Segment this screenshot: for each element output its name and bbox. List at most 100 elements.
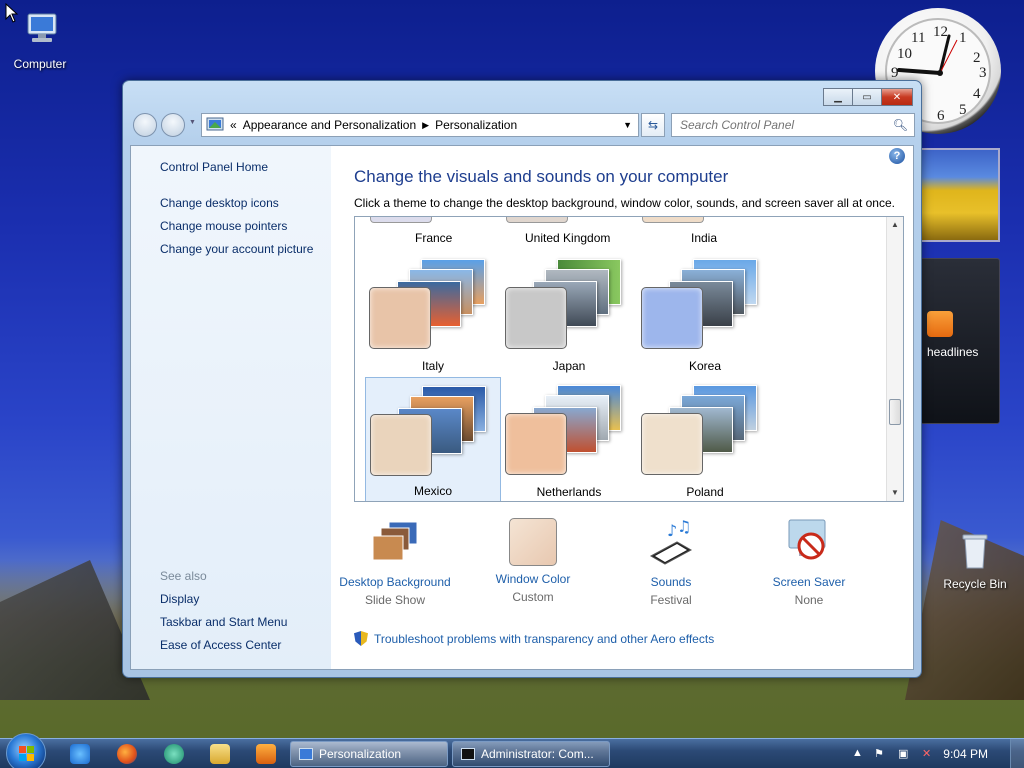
theme-color-swatch	[505, 287, 567, 349]
setting-link[interactable]: Window Color	[463, 572, 603, 586]
theme-name: Poland	[686, 485, 724, 499]
address-dropdown-icon[interactable]: ▼	[623, 120, 632, 130]
theme-thumbnail-partial[interactable]	[370, 217, 432, 223]
window-color-swatch-icon	[509, 518, 557, 566]
theme-korea[interactable]: Korea	[637, 251, 773, 377]
sounds-icon: ♪ ♫	[649, 517, 693, 565]
computer-icon	[27, 13, 57, 42]
help-button[interactable]: ?	[889, 148, 905, 164]
theme-name[interactable]: France	[415, 231, 452, 245]
internet-explorer-icon[interactable]	[70, 744, 90, 764]
theme-mexico[interactable]: Mexico	[365, 377, 501, 501]
desktop-icon-recycle-bin[interactable]: Recycle Bin	[935, 530, 1015, 591]
navigation-bar: ▼ « Appearance and Personalization ▶ Per…	[131, 112, 915, 140]
messenger-icon[interactable]	[164, 744, 184, 764]
taskbar-item-label: Administrator: Com...	[481, 747, 594, 761]
desktop-background-setting[interactable]: Desktop Background Slide Show	[325, 518, 465, 607]
slideshow-gadget[interactable]	[920, 148, 1000, 242]
setting-link[interactable]: Sounds	[601, 575, 741, 589]
setting-link[interactable]: Screen Saver	[739, 575, 879, 589]
theme-thumbnail-partial[interactable]	[506, 217, 568, 223]
screen-saver-setting[interactable]: Screen Saver None	[739, 518, 879, 607]
personalization-window[interactable]: ▁ ▭ ✕ ▼ « Appearance and Personalization…	[122, 80, 922, 678]
theme-netherlands[interactable]: Netherlands	[501, 377, 637, 501]
svg-text:♪: ♪	[667, 521, 677, 540]
task-link-desktop-icons[interactable]: Change desktop icons	[160, 196, 279, 210]
theme-gallery-scrollbar[interactable]: ▲ ▼	[886, 217, 903, 501]
theme-italy[interactable]: Italy	[365, 251, 501, 377]
minimize-button[interactable]: ▁	[823, 88, 853, 106]
control-panel-icon	[206, 117, 224, 131]
search-input[interactable]	[680, 118, 880, 132]
media-player-icon[interactable]	[256, 744, 276, 764]
maximize-icon: ▭	[862, 91, 872, 103]
scroll-down-arrow-icon[interactable]: ▼	[887, 485, 903, 501]
taskbar-item-label: Personalization	[319, 747, 402, 761]
theme-color-swatch	[370, 414, 432, 476]
task-link-mouse-pointers[interactable]: Change mouse pointers	[160, 219, 287, 233]
breadcrumb-prefix[interactable]: «	[230, 118, 237, 132]
recent-pages-dropdown-icon[interactable]: ▼	[189, 119, 196, 126]
task-link-account-picture[interactable]: Change your account picture	[160, 242, 313, 256]
see-also-display[interactable]: Display	[160, 592, 199, 606]
minimize-icon: ▁	[834, 91, 842, 103]
back-button[interactable]	[133, 113, 157, 137]
page-subtitle: Click a theme to change the desktop back…	[354, 196, 895, 210]
feed-headlines-gadget[interactable]: headlines	[920, 258, 1000, 424]
volume-muted-icon[interactable]: ✕	[922, 747, 931, 760]
show-desktop-button[interactable]	[1010, 739, 1024, 768]
taskbar-item-personalization[interactable]: Personalization	[290, 741, 448, 767]
show-hidden-icons-icon[interactable]: ▲	[852, 747, 863, 759]
start-button[interactable]	[6, 733, 46, 768]
breadcrumb-item[interactable]: Appearance and Personalization	[243, 118, 416, 132]
control-panel-home-link[interactable]: Control Panel Home	[160, 160, 268, 174]
scroll-up-arrow-icon[interactable]: ▲	[887, 217, 903, 233]
desktop-icon-computer[interactable]: Computer	[0, 10, 80, 71]
setting-value: Festival	[650, 593, 692, 607]
close-icon: ✕	[892, 91, 902, 103]
search-icon[interactable]: 🔍︎	[893, 118, 908, 132]
theme-name[interactable]: India	[691, 231, 717, 245]
troubleshoot-link-text[interactable]: Troubleshoot problems with transparency …	[374, 632, 714, 646]
window-color-setting[interactable]: Window Color Custom	[463, 518, 603, 604]
recycle-bin-icon	[962, 534, 988, 569]
content-area: Control Panel Home Change desktop icons …	[130, 145, 914, 670]
control-panel-icon	[299, 748, 313, 760]
action-center-flag-icon[interactable]: ⚑	[874, 747, 884, 760]
theme-thumbnail-partial[interactable]	[642, 217, 704, 223]
setting-link[interactable]: Desktop Background	[325, 575, 465, 589]
theme-name: Italy	[421, 359, 444, 373]
theme-gallery[interactable]: France United Kingdom India Italy Japan …	[354, 216, 904, 502]
desktop-icon-label: Recycle Bin	[943, 577, 1007, 591]
firefox-icon[interactable]	[117, 744, 137, 764]
taskbar-item-command-prompt[interactable]: Administrator: Com...	[452, 741, 610, 767]
scrollbar-thumb[interactable]	[889, 399, 901, 425]
refresh-button[interactable]: ⇆	[641, 113, 665, 137]
troubleshoot-link[interactable]: Troubleshoot problems with transparency …	[354, 631, 714, 646]
theme-name[interactable]: United Kingdom	[525, 231, 610, 245]
close-button[interactable]: ✕	[881, 88, 913, 106]
forward-button[interactable]	[161, 113, 185, 137]
sounds-setting[interactable]: ♪ ♫ Sounds Festival	[601, 517, 741, 607]
search-box[interactable]: 🔍︎	[671, 113, 915, 137]
refresh-icon: ⇆	[647, 118, 659, 132]
network-icon[interactable]: ▣	[898, 747, 908, 760]
theme-color-swatch	[641, 413, 703, 475]
theme-name: Korea	[688, 359, 722, 373]
setting-value: Slide Show	[364, 593, 426, 607]
maximize-button[interactable]: ▭	[852, 88, 882, 106]
window-titlebar[interactable]: ▁ ▭ ✕	[123, 81, 921, 113]
see-also-taskbar[interactable]: Taskbar and Start Menu	[160, 615, 287, 629]
window-controls: ▁ ▭ ✕	[823, 88, 913, 106]
left-pane: Control Panel Home Change desktop icons …	[131, 146, 331, 669]
theme-poland[interactable]: Poland	[637, 377, 773, 501]
address-bar[interactable]: « Appearance and Personalization ▶ Perso…	[201, 113, 639, 137]
taskbar-clock[interactable]: 9:04 PM	[943, 747, 988, 761]
taskbar: Personalization Administrator: Com... ▲ …	[0, 733, 1024, 768]
theme-japan[interactable]: Japan	[501, 251, 637, 377]
breadcrumb-item[interactable]: Personalization	[435, 118, 517, 132]
file-explorer-icon[interactable]	[210, 744, 230, 764]
breadcrumb-separator-icon[interactable]: ▶	[422, 120, 429, 131]
svg-text:♫: ♫	[677, 518, 691, 536]
see-also-ease-of-access[interactable]: Ease of Access Center	[160, 638, 281, 652]
